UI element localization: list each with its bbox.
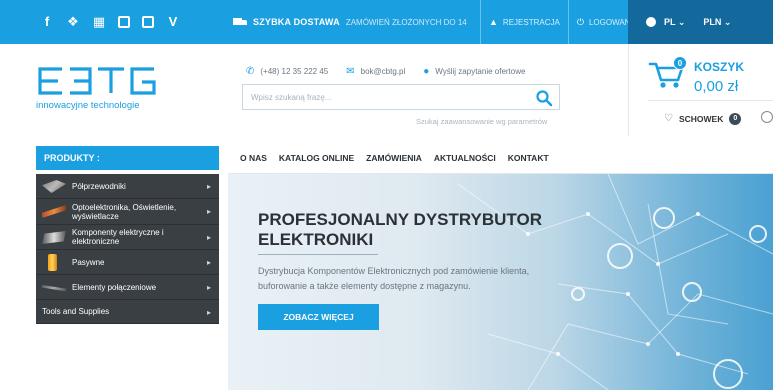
search-box <box>242 84 560 110</box>
semiconductor-thumb-icon <box>42 180 66 193</box>
category-item-passive[interactable]: Pasywne ▸ <box>36 250 219 275</box>
contact-bar: ✆ (+48) 12 35 222 45 ✉ bok@cbtg.pl ● Wyś… <box>246 66 525 77</box>
search-input[interactable] <box>243 85 523 109</box>
wishlist-link[interactable]: ♡ SCHOWEK 0 <box>648 100 773 136</box>
header-divider <box>628 44 629 136</box>
search-icon[interactable] <box>535 89 553 107</box>
nav-item-orders[interactable]: ZAMÓWIENIA <box>366 153 422 163</box>
currency-value: PLN <box>703 16 722 27</box>
category-item-components[interactable]: Komponenty elektryczne i elektroniczne ▸ <box>36 225 219 250</box>
currency-select[interactable]: PLN ⌄ <box>703 17 731 28</box>
site-logo[interactable]: innowacyjne technologie <box>36 66 166 114</box>
main-nav: O NAS KATALOG ONLINE ZAMÓWIENIA AKTUALNO… <box>240 146 549 170</box>
hero-divider <box>258 254 378 255</box>
connector-thumb-icon <box>42 284 66 292</box>
hero-description: Dystrybucja Komponentów Elektronicznych … <box>258 264 598 294</box>
nav-item-contact[interactable]: KONTAKT <box>508 153 549 163</box>
nav-item-catalog[interactable]: KATALOG ONLINE <box>279 153 354 163</box>
heart-icon: ♡ <box>664 113 673 124</box>
register-label: REJESTRACJA <box>502 17 560 27</box>
cart-widget[interactable]: 0 KOSZYK 0,00 zł <box>648 50 773 102</box>
shipping-info: SZYBKA DOSTAWA ZAMÓWIEŃ ZŁOŻONYCH DO 14 <box>233 0 467 44</box>
logo-tagline: innowacyjne technologie <box>36 100 140 111</box>
chat-icon: ● <box>423 66 430 77</box>
shipping-sub: ZAMÓWIEŃ ZŁOŻONYCH DO 14 <box>345 17 467 27</box>
category-label: Pasywne <box>72 257 105 267</box>
category-item-optoelectronics[interactable]: Optoelektronika, Oświetlenie, wyświetlac… <box>36 199 219 225</box>
advanced-search-link[interactable]: Szukaj zaawansowanie wg parametrów <box>416 117 547 126</box>
optoelectronics-thumb-icon <box>42 205 66 218</box>
see-more-button[interactable]: ZOBACZ WIĘCEJ <box>258 304 379 330</box>
youtube-icon[interactable]: ▦ <box>92 15 106 29</box>
linkedin-icon[interactable] <box>142 16 154 28</box>
envelope-icon: ✉ <box>346 66 355 77</box>
category-label: Elementy połączeniowe <box>72 282 157 292</box>
locale-box: PL ⌄ PLN ⌄ <box>628 0 773 44</box>
inquiry-label: Wyślij zapytanie ofertowe <box>435 67 526 76</box>
phone-icon: ✆ <box>246 66 255 77</box>
chevron-right-icon: ▸ <box>206 182 211 191</box>
category-item-connectors[interactable]: Elementy połączeniowe ▸ <box>36 275 219 300</box>
twitter-icon[interactable]: ❖ <box>66 15 80 29</box>
hero-desc-line1: Dystrybucja Komponentów Elektronicznych … <box>258 266 530 276</box>
chevron-right-icon: ▸ <box>206 308 211 317</box>
chevron-right-icon: ▸ <box>206 283 211 292</box>
nav-item-news[interactable]: AKTUALNOŚCI <box>434 153 496 163</box>
social-links: f ❖ ▦ V <box>40 0 180 44</box>
cart-title: KOSZYK <box>694 60 745 74</box>
hero-banner: PROFESJONALNY DYSTRYBUTOR ELEKTRONIKI Dy… <box>228 174 773 390</box>
register-link[interactable]: ▲ REJESTRACJA <box>480 0 568 44</box>
phone-contact[interactable]: ✆ (+48) 12 35 222 45 <box>246 66 328 77</box>
instagram-icon[interactable] <box>118 16 130 28</box>
components-thumb-icon <box>42 231 66 244</box>
wishlist-label: SCHOWEK <box>678 113 724 124</box>
category-label: Tools and Supplies <box>42 307 110 316</box>
truck-icon <box>233 17 247 27</box>
hero-title: PROFESJONALNY DYSTRYBUTOR ELEKTRONIKI <box>258 210 558 250</box>
email-contact[interactable]: ✉ bok@cbtg.pl <box>346 66 405 77</box>
hero-title-line2: ELEKTRONIKI <box>258 230 374 249</box>
logo-mark-icon <box>38 67 156 95</box>
category-label: Komponenty elektryczne i elektroniczne <box>72 228 164 246</box>
inquiry-link[interactable]: ● Wyślij zapytanie ofertowe <box>423 66 525 77</box>
facebook-icon[interactable]: f <box>40 15 54 29</box>
chevron-right-icon: ▸ <box>206 233 211 242</box>
nav-item-about[interactable]: O NAS <box>240 153 267 163</box>
language-value: PL <box>664 16 676 27</box>
category-label: Optoelektronika, Oświetlenie, wyświetlac… <box>72 202 177 221</box>
email-address: bok@cbtg.pl <box>360 67 406 76</box>
hero-desc-line2: buforowanie a także elementy dostępne z … <box>258 281 471 291</box>
chevron-right-icon: ▸ <box>206 207 211 216</box>
wishlist-count-badge: 0 <box>729 112 742 125</box>
category-item-semiconductors[interactable]: Półprzewodniki ▸ <box>36 174 219 199</box>
power-icon: ⏻ <box>576 16 584 27</box>
product-categories: Półprzewodniki ▸ Optoelektronika, Oświet… <box>36 174 219 324</box>
language-select[interactable]: PL ⌄ <box>664 17 685 28</box>
vimeo-icon[interactable]: V <box>166 15 180 29</box>
compare-icon[interactable] <box>761 111 773 123</box>
capacitor-thumb-icon <box>48 254 57 271</box>
products-heading: PRODUKTY : <box>36 146 219 170</box>
globe-icon <box>646 17 656 27</box>
phone-number: (+48) 12 35 222 45 <box>260 67 329 76</box>
cart-count-badge: 0 <box>673 56 687 70</box>
category-item-tools[interactable]: Tools and Supplies ▸ <box>36 300 219 324</box>
hero-title-line1: PROFESJONALNY DYSTRYBUTOR <box>258 210 543 229</box>
shipping-bold: SZYBKA DOSTAWA <box>253 17 340 27</box>
top-bar: f ❖ ▦ V SZYBKA DOSTAWA ZAMÓWIEŃ ZŁOŻONYC… <box>0 0 773 44</box>
user-icon: ▲ <box>489 17 498 27</box>
chevron-right-icon: ▸ <box>206 258 211 267</box>
category-label: Półprzewodniki <box>72 181 126 191</box>
auth-links: ▲ REJESTRACJA ⏻ LOGOWANIE <box>480 0 646 44</box>
cart-total: 0,00 zł <box>694 78 739 95</box>
